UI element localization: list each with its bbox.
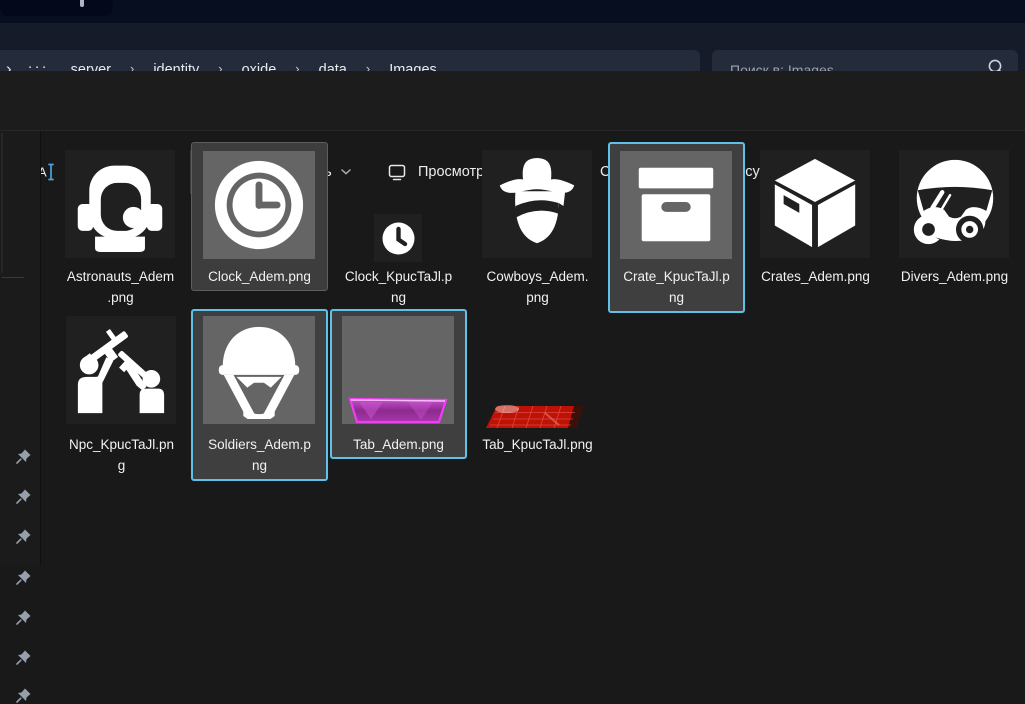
- tab-text-remnant: [80, 0, 84, 7]
- file-item-selected[interactable]: Clock_Adem.png: [190, 142, 329, 314]
- crate-front-icon: [627, 156, 725, 254]
- file-thumbnail: [374, 214, 422, 262]
- file-item-selected[interactable]: Soldiers_Adem.png: [190, 309, 329, 481]
- pin-icon[interactable]: [15, 569, 32, 586]
- pane-divider: [40, 131, 41, 565]
- file-name: Clock_Adem.png: [190, 267, 329, 288]
- file-name: Crate_KpucTaJl.png: [607, 267, 746, 308]
- file-name: Crates_Adem.png: [746, 267, 885, 288]
- crate-iso-icon: [766, 155, 864, 253]
- file-item-selected[interactable]: Crate_KpucTaJl.png: [607, 142, 746, 314]
- sidebar-divider: [2, 277, 24, 278]
- tree-line: [1, 133, 3, 273]
- command-bar: A Сортировать Просмотреть: [0, 71, 1025, 131]
- clock-icon: [210, 156, 308, 254]
- file-name: Tab_Adem.png: [329, 435, 468, 456]
- file-item[interactable]: Clock_KpucTaJl.png: [329, 142, 468, 314]
- file-item-selected[interactable]: Tab_Adem.png: [329, 309, 468, 481]
- file-thumbnail: [760, 150, 870, 258]
- file-thumbnail: [66, 316, 176, 424]
- file-item[interactable]: Crates_Adem.png: [746, 142, 885, 314]
- file-name: Clock_KpucTaJl.png: [329, 267, 468, 308]
- pin-icon[interactable]: [15, 448, 32, 465]
- file-thumbnail: [203, 316, 315, 424]
- file-thumbnail: [899, 150, 1009, 258]
- file-thumbnail: [203, 151, 315, 259]
- title-bar: [0, 0, 1025, 23]
- file-item[interactable]: Divers_Adem.png: [885, 142, 1024, 314]
- npc-figures-icon: [72, 321, 170, 419]
- file-thumbnail: [620, 151, 732, 259]
- pin-icon[interactable]: [15, 687, 32, 704]
- window-tab[interactable]: [0, 0, 113, 16]
- file-item[interactable]: Tab_KpucTaJl.png: [468, 309, 607, 481]
- file-item[interactable]: Astronauts_Adem.png: [51, 142, 190, 314]
- red-tab-strip: [485, 405, 591, 431]
- file-name: Tab_KpucTaJl.png: [468, 435, 607, 456]
- file-item[interactable]: Cowboys_Adem.png: [468, 142, 607, 314]
- file-thumbnail: [482, 150, 592, 258]
- pin-icon[interactable]: [15, 649, 32, 666]
- navigation-bar: › ··· server › identity › oxide › data ›…: [0, 23, 1025, 71]
- file-name: Astronauts_Adem.png: [51, 267, 190, 308]
- clock-small-icon: [382, 222, 415, 255]
- explorer-window: { "titlebar": { "tab_mark": "" }, "bread…: [0, 0, 1025, 565]
- file-thumbnail: [342, 316, 454, 424]
- file-name: Divers_Adem.png: [885, 267, 1024, 288]
- file-name: Npc_KpucTaJl.png: [52, 435, 191, 476]
- pin-icon[interactable]: [15, 528, 32, 545]
- cowboy-icon: [488, 155, 586, 253]
- file-name: Soldiers_Adem.png: [190, 435, 329, 476]
- file-name: Cowboys_Adem.png: [468, 267, 607, 308]
- soldier-helmet-icon: [210, 321, 308, 419]
- pin-icon[interactable]: [15, 609, 32, 626]
- pin-icon[interactable]: [15, 488, 32, 505]
- astronaut-helmet-icon: [72, 156, 168, 252]
- file-thumbnail: [65, 150, 175, 258]
- navigation-pane: [0, 131, 40, 565]
- magenta-tab-strip: [345, 397, 451, 425]
- file-item[interactable]: Npc_KpucTaJl.png: [52, 309, 191, 481]
- diver-icon: [905, 155, 1003, 253]
